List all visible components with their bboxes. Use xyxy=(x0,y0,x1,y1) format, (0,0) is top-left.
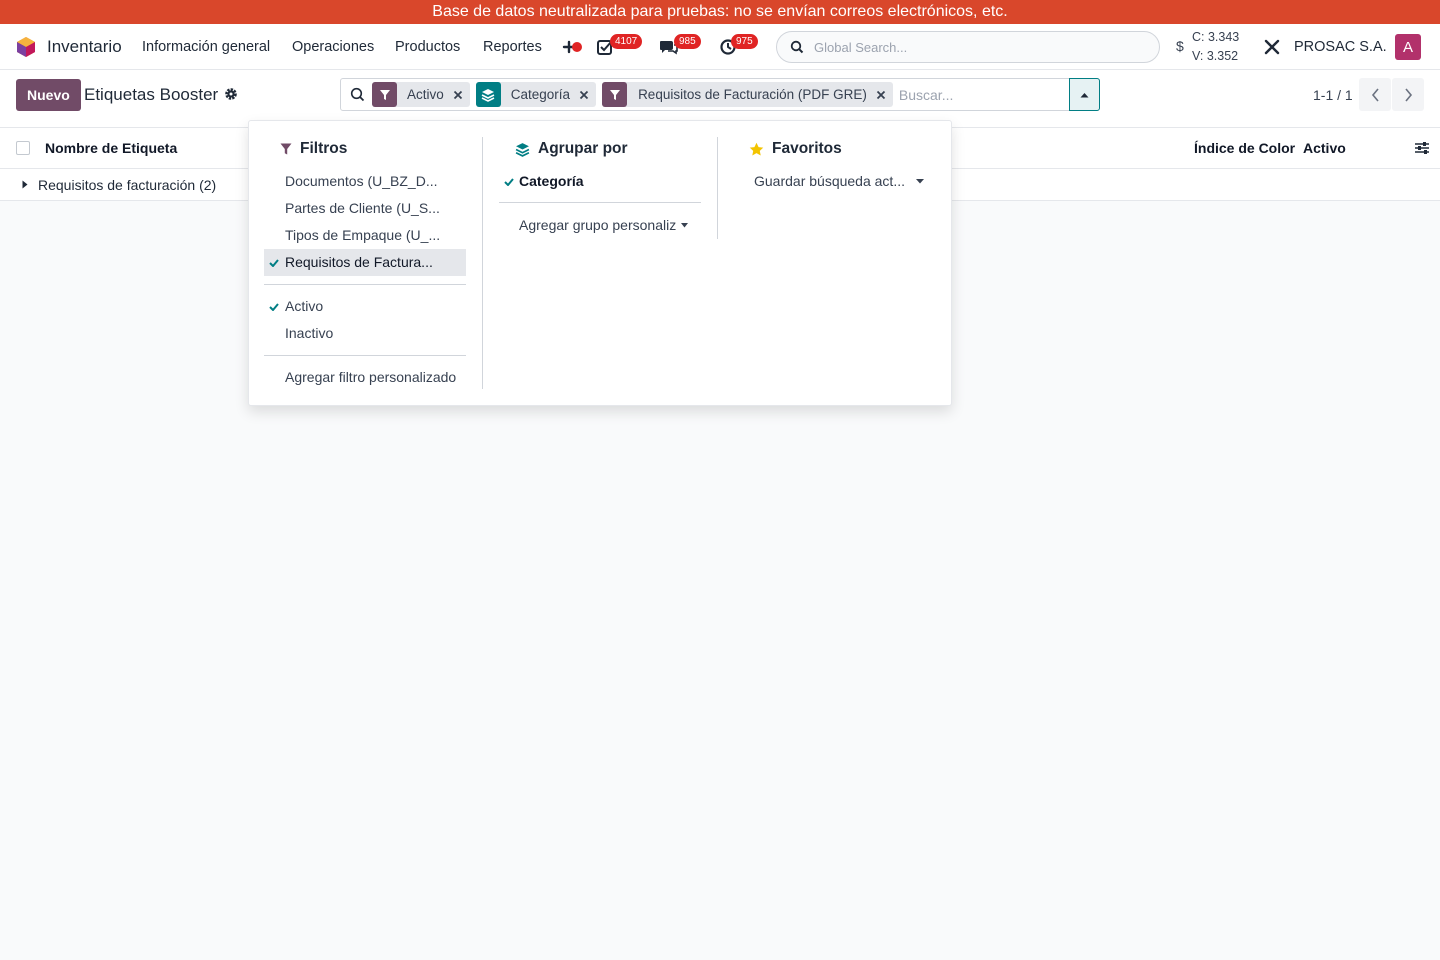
menu-productos[interactable]: Productos xyxy=(395,39,460,55)
filter-label: Requisitos de Factura... xyxy=(285,254,433,270)
global-search-box[interactable] xyxy=(776,31,1160,63)
filter-activo[interactable]: Activo xyxy=(264,293,466,320)
select-all-checkbox[interactable] xyxy=(16,141,30,155)
activities-count-badge: 4107 xyxy=(610,34,643,49)
facet-label: Activo xyxy=(407,87,444,102)
gear-icon[interactable] xyxy=(224,87,238,101)
facet-label: Requisitos de Facturación (PDF GRE) xyxy=(638,87,867,102)
save-search-label: Guardar búsqueda act... xyxy=(754,173,905,189)
column-header-name[interactable]: Nombre de Etiqueta xyxy=(45,140,177,156)
filter-tipos-empaque[interactable]: Tipos de Empaque (U_... xyxy=(264,222,466,249)
filter-label: Activo xyxy=(285,298,324,314)
search-options-dropdown: Filtros Documentos (U_BZ_D... Partes de … xyxy=(248,120,952,406)
layers-icon xyxy=(475,82,501,107)
filter-icon xyxy=(372,82,397,107)
caret-down-icon xyxy=(681,223,689,228)
phone-status-icon[interactable] xyxy=(562,39,584,55)
layers-icon xyxy=(515,142,530,157)
menu-informacion-general[interactable]: Información general xyxy=(142,39,270,55)
app-name[interactable]: Inventario xyxy=(47,37,122,57)
currency-sign-icon[interactable]: $ xyxy=(1176,38,1184,54)
custom-group-label: Agregar grupo personaliz xyxy=(519,217,677,233)
check-icon xyxy=(269,303,279,311)
search-icon xyxy=(350,87,365,102)
user-avatar[interactable]: A xyxy=(1395,34,1421,60)
rate-buy: C: 3.343 xyxy=(1192,30,1240,44)
facet-label: Categoría xyxy=(510,87,571,102)
divider xyxy=(264,284,466,285)
new-button[interactable]: Nuevo xyxy=(16,79,81,111)
column-header-active[interactable]: Activo xyxy=(1303,140,1346,156)
close-icon[interactable] xyxy=(876,90,893,100)
group-label: Requisitos de facturación (2) xyxy=(38,177,217,193)
divider xyxy=(499,202,701,203)
company-switcher[interactable]: PROSAC S.A. xyxy=(1294,39,1387,55)
search-facet-categoria: Categoría xyxy=(475,82,597,107)
save-current-search[interactable]: Guardar búsqueda act... xyxy=(734,168,934,195)
groupby-label: Categoría xyxy=(519,173,584,189)
check-icon xyxy=(269,259,279,267)
menu-reportes[interactable]: Reportes xyxy=(483,39,542,55)
star-icon xyxy=(749,142,764,155)
filter-icon xyxy=(280,143,292,155)
caret-up-icon xyxy=(1080,92,1089,97)
divider xyxy=(264,355,466,356)
rate-sell: V: 3.352 xyxy=(1192,49,1239,63)
neutralized-db-banner: Base de datos neutralizada para pruebas:… xyxy=(0,0,1440,24)
column-header-color-index[interactable]: Índice de Color xyxy=(1194,140,1295,156)
check-icon xyxy=(504,178,514,186)
search-facet-requisitos: Requisitos de Facturación (PDF GRE) xyxy=(602,82,893,107)
pager-next-button[interactable] xyxy=(1392,78,1424,111)
global-search-input[interactable] xyxy=(814,39,1134,55)
search-options-toggle[interactable] xyxy=(1069,78,1100,111)
messages-count-badge: 985 xyxy=(674,34,701,49)
groupby-categoria[interactable]: Categoría xyxy=(499,168,701,195)
filter-requisitos-facturacion[interactable]: Requisitos de Factura... xyxy=(264,249,466,276)
column-divider xyxy=(482,137,483,389)
search-icon xyxy=(790,40,804,54)
sliders-icon[interactable] xyxy=(1414,141,1430,155)
filters-header: Filtros xyxy=(280,140,347,158)
search-facet-activo: Activo xyxy=(372,82,470,107)
filter-inactivo[interactable]: Inactivo xyxy=(264,320,466,347)
pager-value[interactable]: 1-1 / 1 xyxy=(1313,87,1353,103)
groupby-header: Agrupar por xyxy=(515,140,628,158)
close-icon[interactable] xyxy=(579,90,596,100)
column-divider xyxy=(717,137,718,239)
favorites-header: Favoritos xyxy=(749,140,842,158)
app-logo-icon[interactable] xyxy=(16,36,36,58)
filter-documentos[interactable]: Documentos (U_BZ_D... xyxy=(264,168,466,195)
search-bar: Activo Categoría Requisitos de Facturaci… xyxy=(340,78,1100,111)
main-navbar: Inventario Información general Operacion… xyxy=(0,24,1440,70)
groupby-title: Agrupar por xyxy=(538,140,628,157)
close-icon[interactable] xyxy=(453,90,470,100)
add-custom-filter[interactable]: Agregar filtro personalizado xyxy=(264,364,466,391)
chevron-right-icon xyxy=(1404,87,1412,102)
add-custom-group-select[interactable]: Agregar grupo personaliz xyxy=(499,212,701,239)
caret-right-icon xyxy=(22,180,28,189)
filters-title: Filtros xyxy=(300,140,348,157)
timesheet-count-badge: 975 xyxy=(731,34,758,49)
favorites-title: Favoritos xyxy=(772,140,842,157)
filter-partes-cliente[interactable]: Partes de Cliente (U_S... xyxy=(264,195,466,222)
search-input[interactable] xyxy=(898,86,1059,103)
debug-tools-icon[interactable] xyxy=(1264,39,1280,55)
exchange-rates[interactable]: C: 3.343 V: 3.352 xyxy=(1192,28,1239,66)
chevron-left-icon xyxy=(1371,87,1379,102)
pager-previous-button[interactable] xyxy=(1359,78,1391,111)
page-title[interactable]: Etiquetas Booster xyxy=(84,85,218,105)
caret-down-icon xyxy=(916,179,924,184)
menu-operaciones[interactable]: Operaciones xyxy=(292,39,374,55)
filter-icon xyxy=(602,82,628,107)
